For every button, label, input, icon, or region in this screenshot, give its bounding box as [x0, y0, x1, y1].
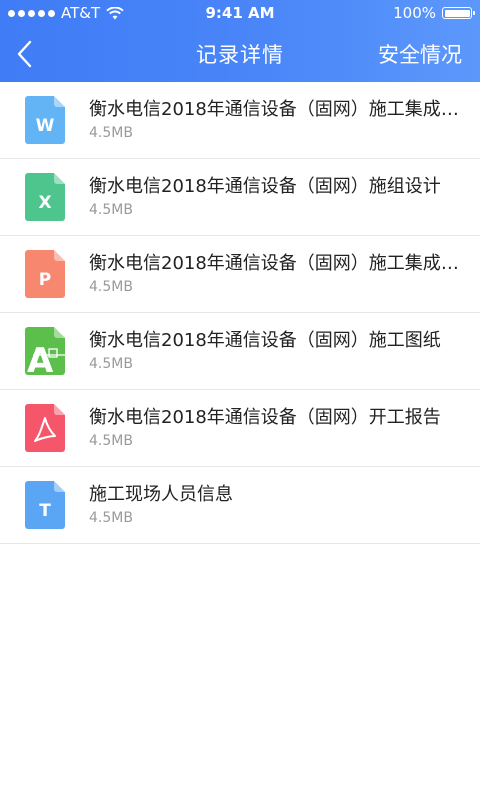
- file-size: 4.5MB: [89, 202, 133, 218]
- file-size: 4.5MB: [89, 279, 133, 295]
- file-list-item[interactable]: W 衡水电信2018年通信设备（固网）施工集成方案 4.5MB: [0, 82, 480, 159]
- file-list-item[interactable]: T 施工现场人员信息 4.5MB: [0, 467, 480, 544]
- file-list-item[interactable]: X 衡水电信2018年通信设备（固网）施组设计 4.5MB: [0, 159, 480, 236]
- svg-text:T: T: [39, 501, 51, 521]
- file-name: 衡水电信2018年通信设备（固网）施工集成方案: [89, 253, 465, 274]
- ppt-doc-icon: P: [25, 250, 65, 298]
- file-name: 衡水电信2018年通信设备（固网）开工报告: [89, 407, 441, 428]
- svg-text:A: A: [27, 341, 54, 375]
- svg-text:W: W: [36, 116, 55, 136]
- file-name: 施工现场人员信息: [89, 484, 233, 505]
- file-size: 4.5MB: [89, 125, 133, 141]
- file-size: 4.5MB: [89, 356, 133, 372]
- file-size: 4.5MB: [89, 510, 133, 526]
- cad-doc-icon: A: [25, 327, 65, 375]
- safety-status-button[interactable]: 安全情况: [378, 39, 462, 69]
- status-bar: AT&T 9:41 AM 100%: [0, 0, 480, 26]
- svg-text:P: P: [39, 270, 51, 290]
- excel-doc-icon: X: [25, 173, 65, 221]
- file-name: 衡水电信2018年通信设备（固网）施组设计: [89, 176, 441, 197]
- file-size: 4.5MB: [89, 433, 133, 449]
- navigation-bar: 记录详情 安全情况: [0, 26, 480, 82]
- pdf-doc-icon: [25, 404, 65, 452]
- text-doc-icon: T: [25, 481, 65, 529]
- svg-text:X: X: [38, 193, 51, 213]
- word-doc-icon: W: [25, 96, 65, 144]
- header: AT&T 9:41 AM 100% 记录详情 安全情况: [0, 0, 480, 82]
- file-name: 衡水电信2018年通信设备（固网）施工图纸: [89, 330, 441, 351]
- file-list-item[interactable]: P 衡水电信2018年通信设备（固网）施工集成方案 4.5MB: [0, 236, 480, 313]
- file-list-item[interactable]: 衡水电信2018年通信设备（固网）开工报告 4.5MB: [0, 390, 480, 467]
- file-name: 衡水电信2018年通信设备（固网）施工集成方案: [89, 99, 465, 120]
- file-list-item[interactable]: A 衡水电信2018年通信设备（固网）施工图纸 4.5MB: [0, 313, 480, 390]
- status-bar-right: 100%: [393, 4, 475, 22]
- battery-icon: [442, 7, 475, 19]
- battery-percent: 100%: [393, 4, 436, 22]
- file-list: W 衡水电信2018年通信设备（固网）施工集成方案 4.5MB X 衡水电信20…: [0, 82, 480, 544]
- battery-level: [444, 9, 470, 17]
